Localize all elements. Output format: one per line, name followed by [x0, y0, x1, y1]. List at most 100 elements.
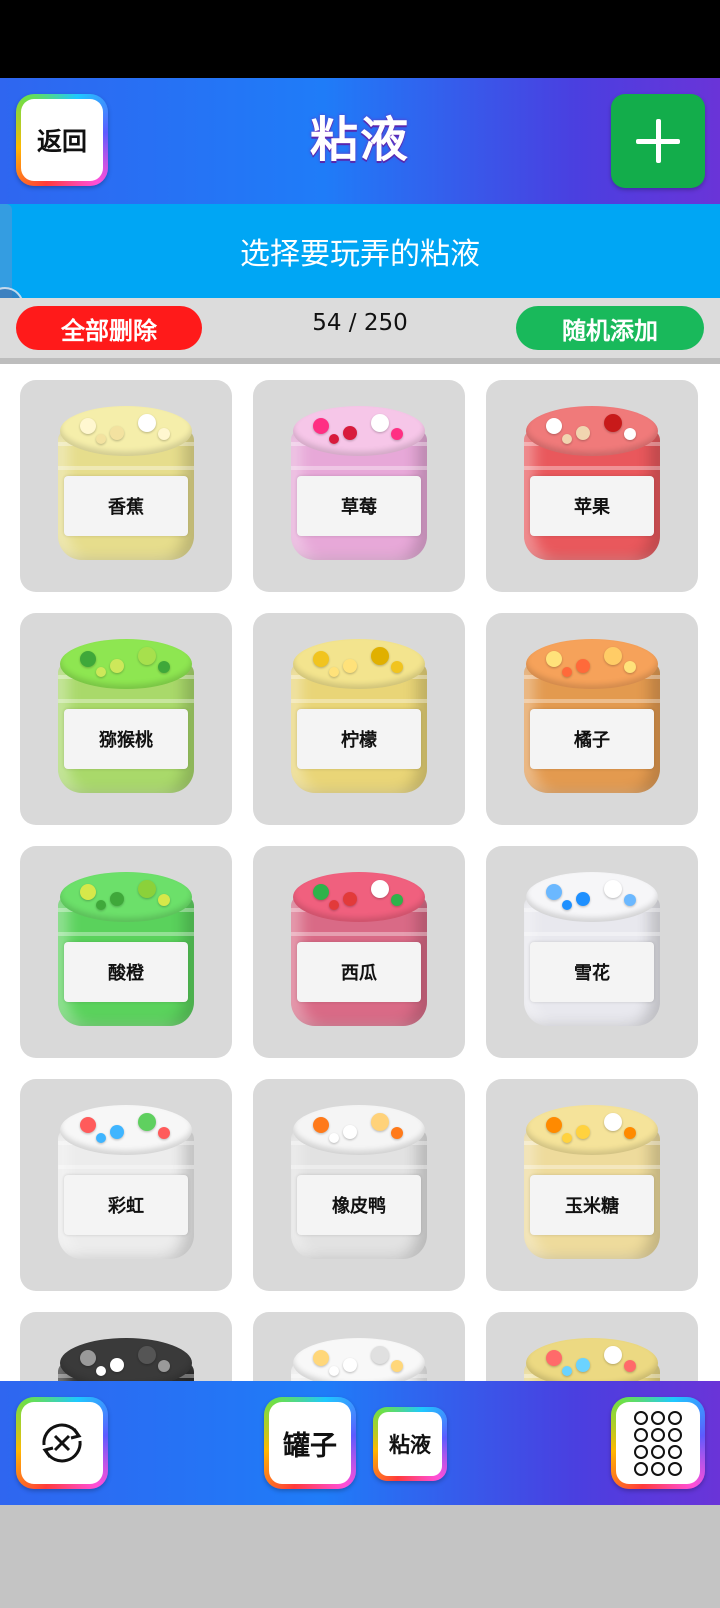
topping-decoration	[624, 1360, 636, 1372]
slime-card[interactable]: 草莓	[253, 380, 465, 592]
topping-decoration	[576, 1125, 590, 1139]
slime-card[interactable]	[253, 1312, 465, 1381]
add-button[interactable]	[611, 94, 705, 188]
slime-card[interactable]: 酸橙	[20, 846, 232, 1058]
slime-card[interactable]: 香蕉	[20, 380, 232, 592]
slime-surface	[293, 639, 425, 689]
topping-decoration	[576, 426, 590, 440]
topping-decoration	[604, 414, 622, 432]
slime-card[interactable]	[486, 1312, 698, 1381]
back-button[interactable]: 返回	[16, 94, 108, 186]
topping-decoration	[576, 892, 590, 906]
topping-decoration	[158, 428, 170, 440]
refresh-x-icon	[42, 1423, 82, 1463]
navigation-bar-area	[0, 1505, 720, 1608]
slime-jar: 苹果	[524, 406, 660, 566]
topping-decoration	[343, 1125, 357, 1139]
topping-decoration	[343, 659, 357, 673]
slime-jar: 玉米糖	[524, 1105, 660, 1265]
topping-decoration	[80, 418, 96, 434]
topping-decoration	[96, 1133, 106, 1143]
topping-decoration	[343, 892, 357, 906]
jars-tab[interactable]: 罐子	[264, 1397, 356, 1489]
topping-decoration	[158, 1127, 170, 1139]
slime-card[interactable]: 柠檬	[253, 613, 465, 825]
slime-surface	[60, 406, 192, 456]
slime-jar: 橘子	[524, 639, 660, 799]
slime-card[interactable]: 彩虹	[20, 1079, 232, 1291]
topping-decoration	[138, 647, 156, 665]
topping-decoration	[158, 894, 170, 906]
slime-name-label: 橡皮鸭	[297, 1175, 421, 1235]
topping-decoration	[562, 434, 572, 444]
topping-decoration	[391, 428, 403, 440]
topping-decoration	[313, 1350, 329, 1366]
topping-decoration	[546, 651, 562, 667]
menu-button[interactable]	[611, 1397, 705, 1489]
slime-tab-label: 粘液	[378, 1412, 442, 1476]
reset-button[interactable]	[16, 1397, 108, 1489]
topping-decoration	[96, 1366, 106, 1376]
slime-surface	[60, 1105, 192, 1155]
slime-jar: 柠檬	[291, 639, 427, 799]
slime-jar: 香蕉	[58, 406, 194, 566]
topping-decoration	[96, 900, 106, 910]
topping-decoration	[562, 900, 572, 910]
topping-decoration	[80, 651, 96, 667]
slime-jar: 西瓜	[291, 872, 427, 1032]
topping-decoration	[158, 661, 170, 673]
slime-jar: 酸橙	[58, 872, 194, 1032]
topping-decoration	[110, 659, 124, 673]
topping-decoration	[329, 900, 339, 910]
slime-surface	[526, 639, 658, 689]
slime-card[interactable]: 雪花	[486, 846, 698, 1058]
topping-decoration	[604, 1113, 622, 1131]
slime-card[interactable]: 猕猴桃	[20, 613, 232, 825]
topping-decoration	[158, 1360, 170, 1372]
slime-name-label: 玉米糖	[530, 1175, 654, 1235]
topping-decoration	[576, 659, 590, 673]
topping-decoration	[546, 1350, 562, 1366]
topping-decoration	[313, 418, 329, 434]
topping-decoration	[562, 1366, 572, 1376]
topping-decoration	[546, 884, 562, 900]
slime-jar: 雪花	[524, 872, 660, 1032]
delete-all-button[interactable]: 全部删除	[16, 306, 202, 350]
topping-decoration	[546, 1117, 562, 1133]
topping-decoration	[546, 418, 562, 434]
topping-decoration	[343, 426, 357, 440]
slime-card[interactable]: 玉米糖	[486, 1079, 698, 1291]
slime-surface	[293, 872, 425, 922]
topping-decoration	[624, 428, 636, 440]
slime-surface	[60, 872, 192, 922]
slime-name-label: 雪花	[530, 942, 654, 1002]
slime-card[interactable]: 苹果	[486, 380, 698, 592]
control-bar: 全部删除 54 / 250 随机添加	[0, 298, 720, 364]
topping-decoration	[138, 1346, 156, 1364]
topping-decoration	[329, 1366, 339, 1376]
topping-decoration	[313, 884, 329, 900]
slime-card[interactable]	[20, 1312, 232, 1381]
topping-decoration	[371, 414, 389, 432]
slime-jar: 彩虹	[58, 1105, 194, 1265]
topping-decoration	[562, 1133, 572, 1143]
slime-jar	[291, 1338, 427, 1381]
slime-card[interactable]: 橘子	[486, 613, 698, 825]
topping-decoration	[138, 414, 156, 432]
topping-decoration	[138, 1113, 156, 1131]
slime-surface	[60, 639, 192, 689]
slime-name-label: 柠檬	[297, 709, 421, 769]
topping-decoration	[96, 667, 106, 677]
slime-name-label: 橘子	[530, 709, 654, 769]
slime-name-label: 彩虹	[64, 1175, 188, 1235]
slime-tab[interactable]: 粘液	[373, 1407, 447, 1481]
topping-decoration	[80, 1350, 96, 1366]
slime-jar: 橡皮鸭	[291, 1105, 427, 1265]
slime-card[interactable]: 西瓜	[253, 846, 465, 1058]
topping-decoration	[604, 647, 622, 665]
slime-card[interactable]: 橡皮鸭	[253, 1079, 465, 1291]
slime-name-label: 酸橙	[64, 942, 188, 1002]
grid-dots-icon	[634, 1410, 682, 1476]
random-add-button[interactable]: 随机添加	[516, 306, 704, 350]
topping-decoration	[391, 1127, 403, 1139]
